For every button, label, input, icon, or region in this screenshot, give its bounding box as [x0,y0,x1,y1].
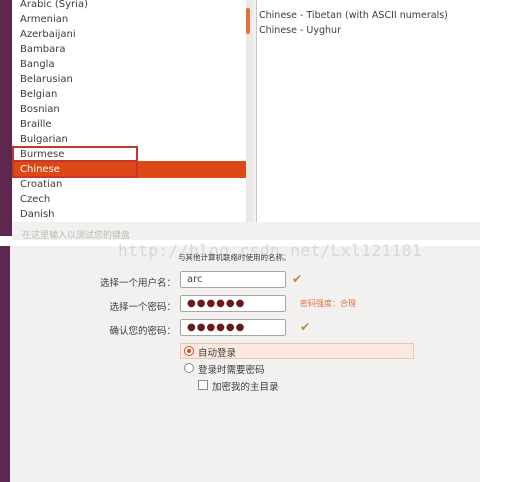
language-item[interactable]: Armenian [20,13,68,27]
language-item[interactable]: Burmese [20,148,64,162]
variant-list[interactable]: Chinese - Tibetan (with ASCII numerals) … [256,0,481,222]
language-item[interactable]: Belarusian [20,73,73,87]
confirm-password-input[interactable]: ●●●●●● [180,319,286,336]
scrollbar-thumb[interactable] [246,8,250,34]
language-item[interactable]: Chinese [20,163,60,177]
language-item[interactable]: Croatian [20,178,62,192]
window-left-edge [0,0,12,236]
auto-login-label: 自动登录 [198,348,237,359]
password-input[interactable]: ●●●●●● [180,295,286,312]
username-ok-icon: ✔ [292,272,303,286]
language-item[interactable]: Bulgarian [20,133,68,147]
language-item[interactable]: Czech [20,193,50,207]
keyboard-test-input[interactable]: 在这里输入以测试您的键盘 [12,226,480,240]
language-item[interactable]: Danish [20,208,55,222]
encrypt-home-checkbox[interactable] [198,380,208,390]
username-input[interactable]: arc [180,271,286,288]
variant-item[interactable]: Chinese - Uyghur [259,25,341,36]
language-item[interactable]: Bangla [20,58,55,72]
require-password-radio[interactable] [184,363,194,373]
auto-login-radio[interactable] [184,346,194,356]
language-item[interactable]: Belgian [20,88,57,102]
password-label: 选择一个密码： [109,302,176,313]
language-item[interactable]: Arabic (Syria) [20,0,88,12]
language-item[interactable]: Bambara [20,43,65,57]
username-label: 选择一个用户名： [99,278,176,289]
confirm-ok-icon: ✔ [300,320,311,334]
window-left-edge-bottom [0,246,10,482]
language-item[interactable]: Bosnian [20,103,60,117]
password-strength-text: 密码强度：合理 [300,299,356,308]
computer-name-hint: 与其他计算机联络时使用的名称。 [178,253,291,262]
require-password-label: 登录时需要密码 [198,365,265,376]
keyboard-test-placeholder: 在这里输入以测试您的键盘 [22,231,131,240]
language-item[interactable]: Azerbaijani [20,28,76,42]
confirm-password-label: 确认您的密码： [109,326,176,337]
language-item[interactable]: Braille [20,118,52,132]
variant-item[interactable]: Chinese - Tibetan (with ASCII numerals) [259,10,448,21]
encrypt-home-label: 加密我的主目录 [212,382,279,393]
